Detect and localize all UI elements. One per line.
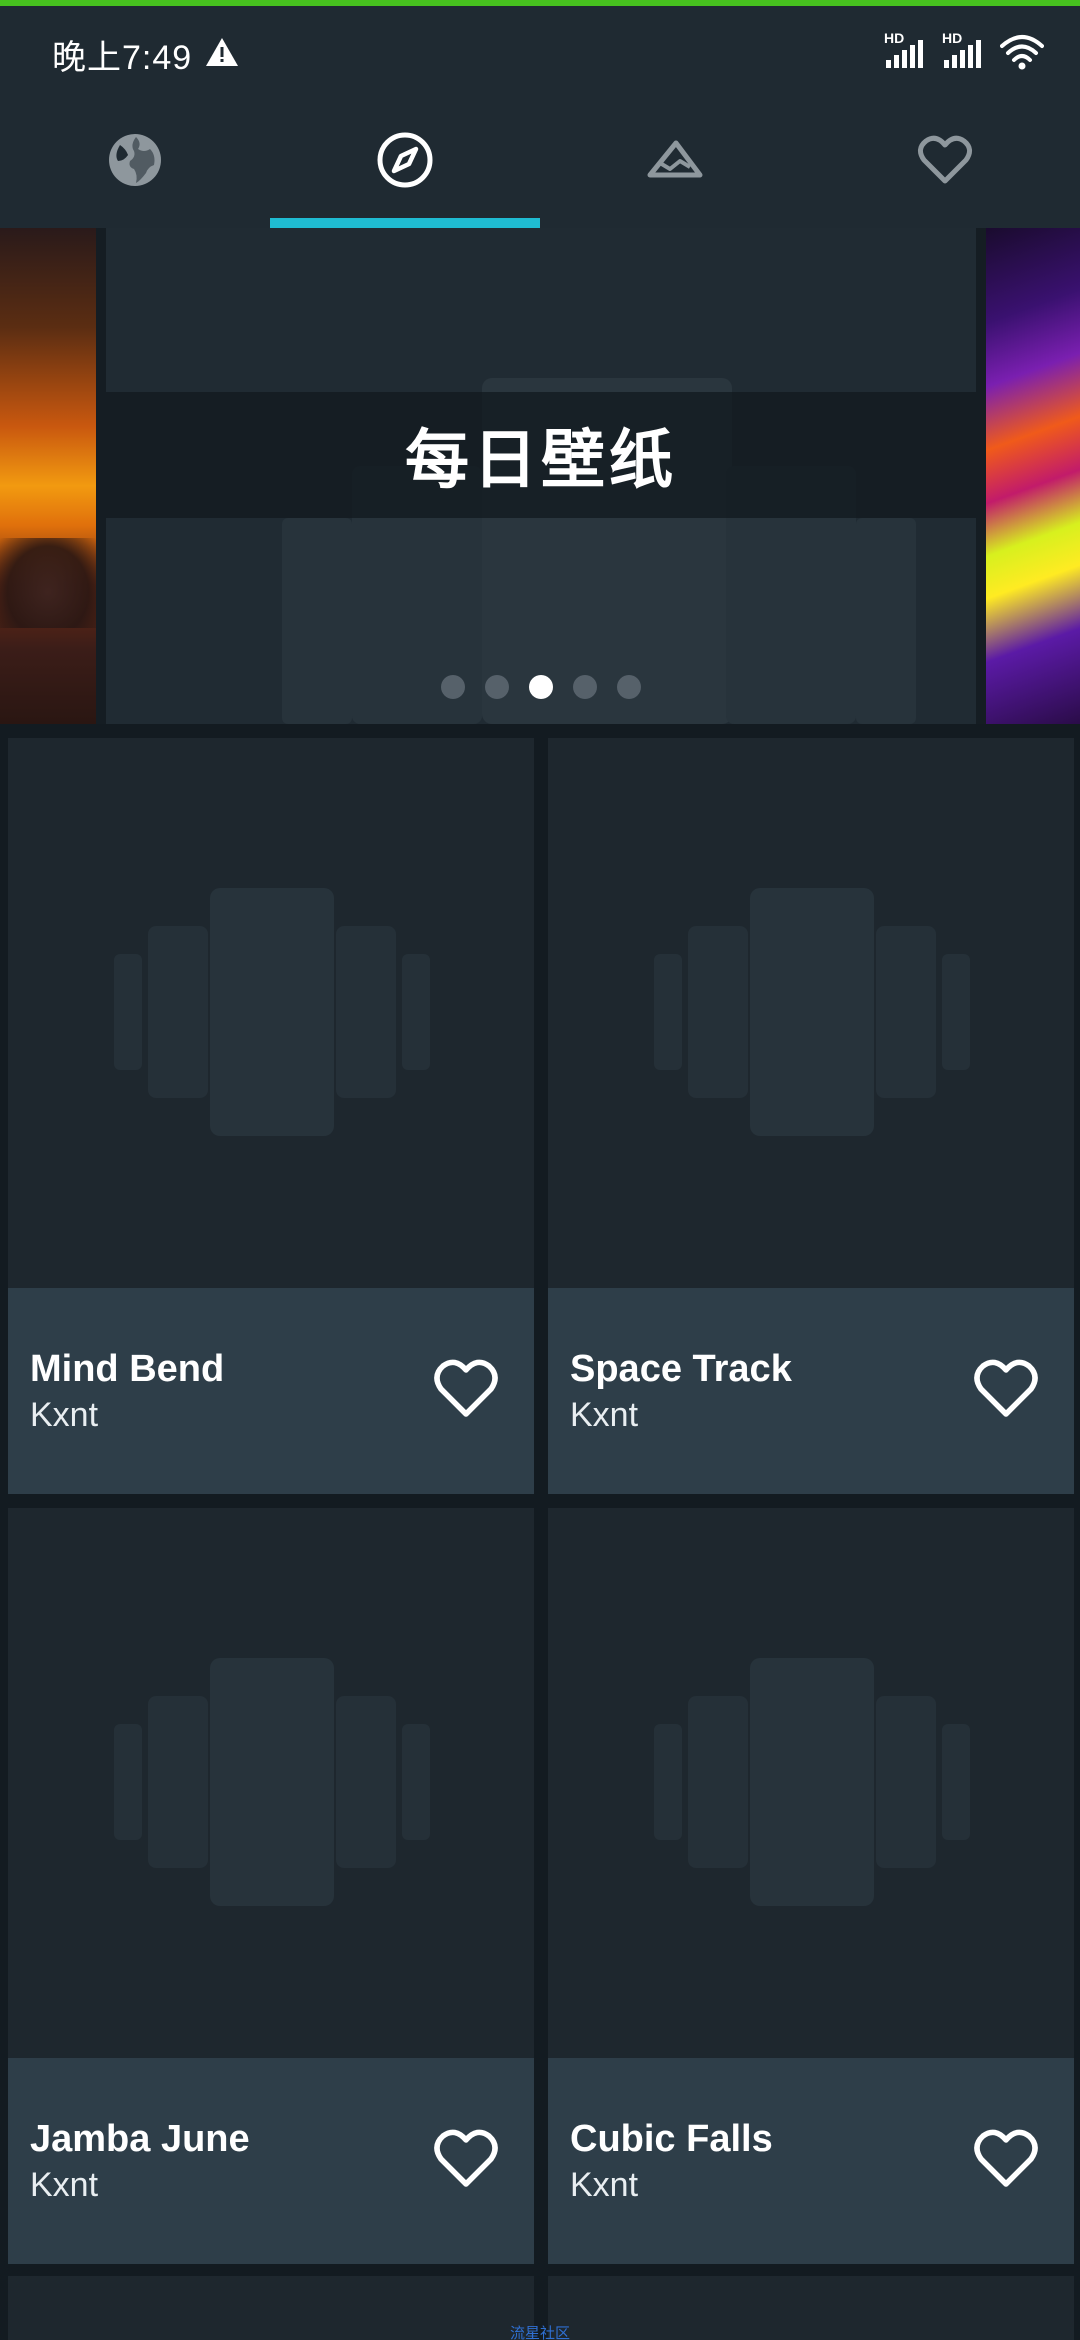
- globe-icon: [109, 134, 161, 186]
- status-time: 晚上7:49: [52, 39, 193, 77]
- featured-carousel[interactable]: 每日壁纸: [0, 228, 1080, 724]
- carousel-prev-preview[interactable]: [0, 228, 96, 724]
- tab-active-indicator: [270, 218, 540, 228]
- card-footer: Cubic Falls Kxnt: [548, 2058, 1074, 2264]
- carousel-page-indicator: [106, 674, 976, 700]
- wifi-icon: [1000, 35, 1044, 70]
- wallpaper-card[interactable]: Mind Bend Kxnt: [8, 738, 534, 1494]
- daily-wallpaper-banner[interactable]: 每日壁纸: [106, 228, 976, 724]
- wallpaper-card[interactable]: Jamba June Kxnt: [8, 1508, 534, 2264]
- favorite-heart-icon[interactable]: [432, 1354, 500, 1422]
- warning-triangle-icon: [206, 38, 238, 66]
- wallpaper-title: Mind Bend: [30, 1348, 225, 1390]
- wallpaper-placeholder-icon: [114, 888, 430, 1136]
- wallpaper-title: Jamba June: [30, 2118, 250, 2160]
- wallpaper-author: Kxnt: [30, 2166, 99, 2204]
- wallpaper-author: Kxnt: [570, 1396, 639, 1434]
- card-footer: Jamba June Kxnt: [8, 2058, 534, 2264]
- card-footer: Space Track Kxnt: [548, 1288, 1074, 1494]
- wallpaper-author: Kxnt: [570, 2166, 639, 2204]
- tab-collections[interactable]: [540, 96, 810, 228]
- favorite-heart-icon[interactable]: [972, 1354, 1040, 1422]
- signal-icon: HD: [884, 30, 928, 70]
- tab-bar: [0, 96, 1080, 228]
- page-dot[interactable]: [617, 675, 641, 699]
- wallpaper-placeholder-icon: [654, 1658, 970, 1906]
- page-dot-active[interactable]: [529, 675, 553, 699]
- wallpaper-placeholder-icon: [654, 888, 970, 1136]
- compass-icon: [377, 132, 433, 188]
- tab-explore[interactable]: [0, 96, 270, 228]
- carousel-next-preview[interactable]: [986, 228, 1080, 724]
- tab-favorites[interactable]: [810, 96, 1080, 228]
- banner-title-band: 每日壁纸: [106, 392, 976, 518]
- mountain-icon: [647, 140, 703, 178]
- signal-icon: HD: [942, 30, 986, 70]
- favorite-heart-icon[interactable]: [432, 2124, 500, 2192]
- wallpaper-title: Cubic Falls: [570, 2118, 773, 2160]
- wallpaper-author: Kxnt: [30, 1396, 99, 1434]
- status-icons: HD HD: [884, 30, 1044, 70]
- favorite-heart-icon[interactable]: [972, 2124, 1040, 2192]
- wallpaper-card[interactable]: Cubic Falls Kxnt: [548, 1508, 1074, 2264]
- heart-icon: [918, 135, 972, 184]
- page-dot[interactable]: [485, 675, 509, 699]
- card-footer: Mind Bend Kxnt: [8, 1288, 534, 1494]
- status-bar: 晚上7:49 HD HD: [0, 6, 1080, 96]
- bottom-caption: 流星社区: [509, 2325, 570, 2340]
- wallpaper-title: Space Track: [570, 1348, 792, 1390]
- wallpaper-grid: Mind Bend Kxnt Space Track Kxnt Jamba Ju…: [0, 724, 1080, 2340]
- tab-discover[interactable]: [270, 96, 540, 228]
- wallpaper-placeholder-icon: [114, 1658, 430, 1906]
- banner-title: 每日壁纸: [405, 424, 677, 498]
- wallpaper-card[interactable]: Space Track Kxnt: [548, 738, 1074, 1494]
- page-dot[interactable]: [573, 675, 597, 699]
- page-dot[interactable]: [441, 675, 465, 699]
